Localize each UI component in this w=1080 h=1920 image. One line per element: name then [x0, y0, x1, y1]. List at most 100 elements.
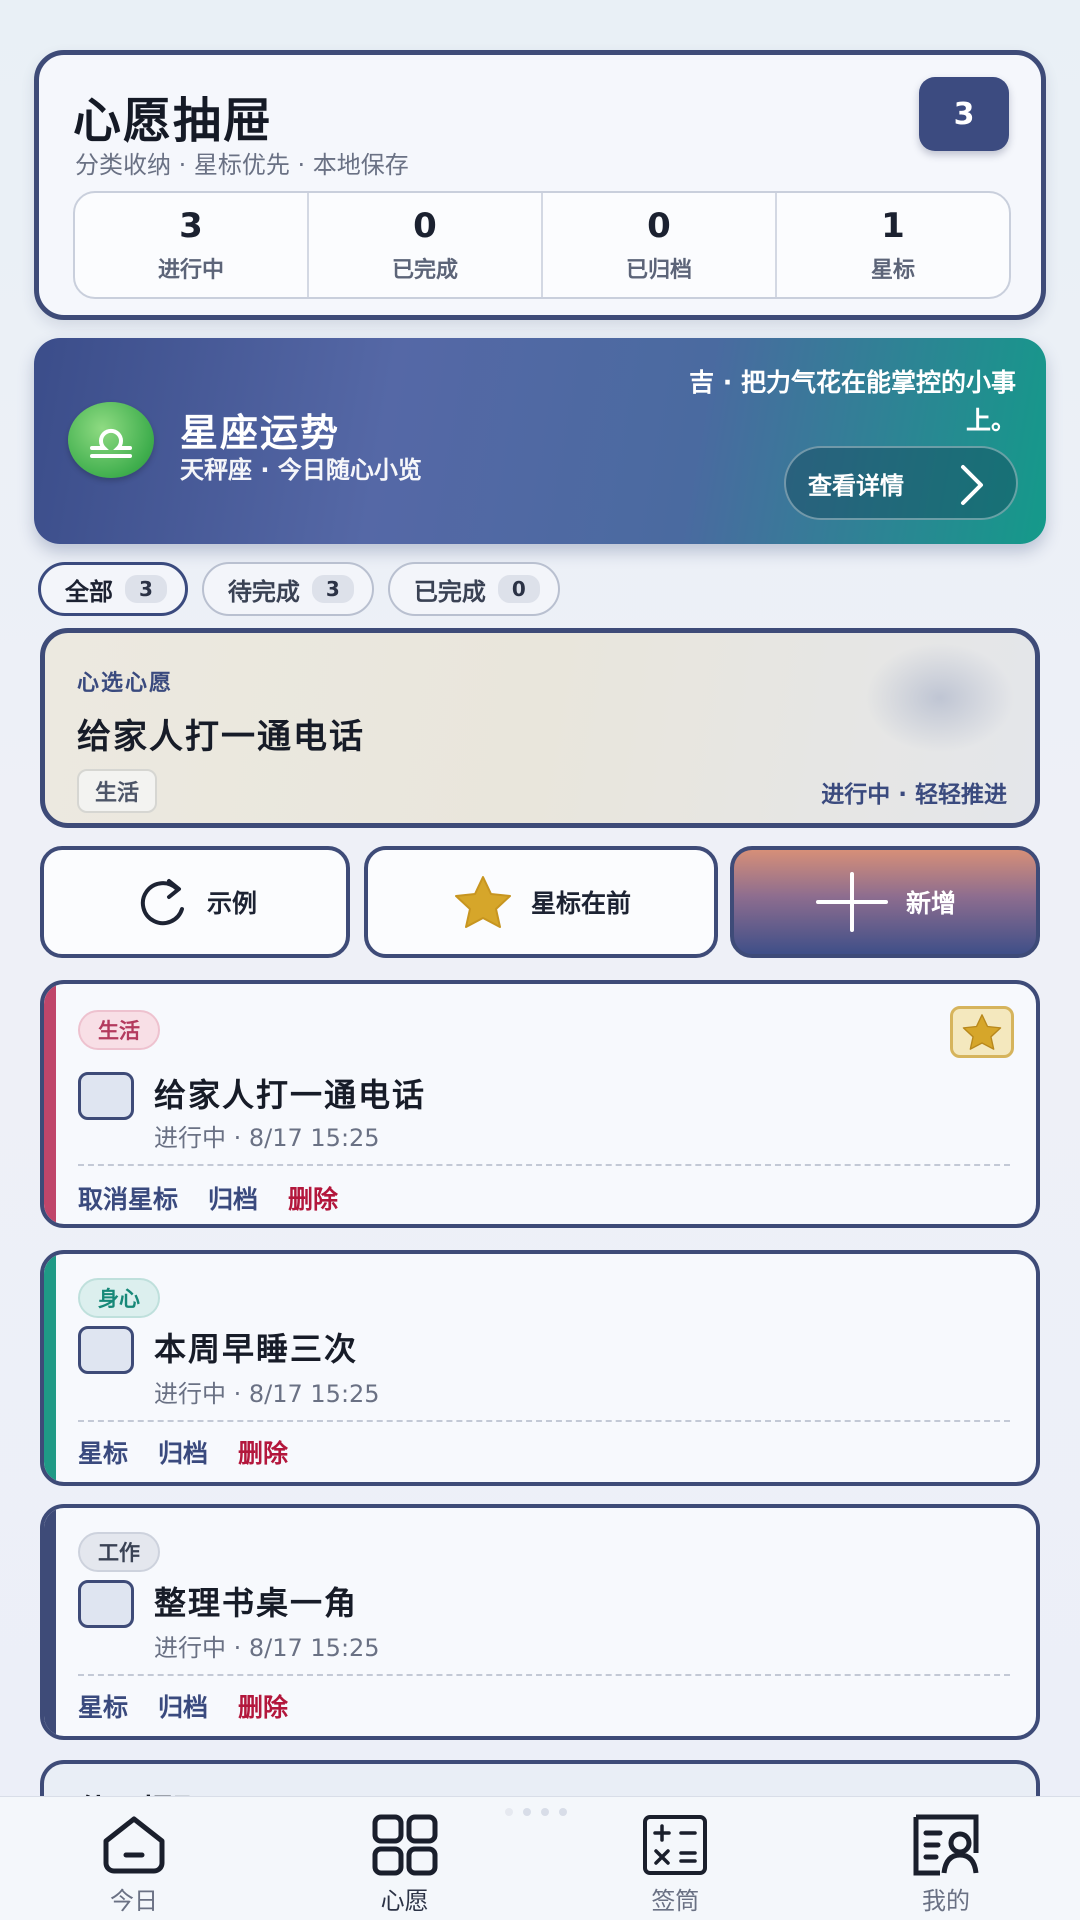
add-label: 新增	[905, 889, 956, 918]
nav-label: 今日	[110, 1887, 158, 1915]
nav-label: 心愿	[380, 1887, 429, 1915]
nav-label: 我的	[921, 1887, 970, 1915]
stat-starred[interactable]: 1 星标	[777, 193, 1009, 297]
page-dot	[559, 1808, 567, 1816]
filter-pending[interactable]: 待完成 3	[201, 562, 374, 616]
sample-button[interactable]: 示例	[40, 846, 350, 958]
filter-all[interactable]: 全部 3	[38, 562, 188, 616]
wish-card[interactable]: 身心 本周早睡三次 进行中 · 8/17 15:25 星标 归档 删除	[40, 1250, 1040, 1486]
header-card: 心愿抽屉 分类收纳 · 星标优先 · 本地保存 3 3 进行中 0 已完成 0 …	[34, 50, 1046, 320]
archive-button[interactable]: 归档	[158, 1434, 208, 1470]
horoscope-fortune: 吉 · 把力气花在能掌控的小事上。	[689, 368, 1016, 435]
chip-count: 3	[311, 575, 354, 603]
page-dot	[505, 1808, 513, 1816]
app-title: 心愿抽屉	[73, 93, 274, 149]
divider	[78, 1674, 1010, 1676]
grid-icon	[372, 1814, 438, 1876]
stat-value: 0	[413, 206, 437, 246]
divider	[78, 1164, 1010, 1166]
wish-operations: 星标 归档 删除	[78, 1434, 288, 1470]
stat-label: 已归档	[625, 258, 692, 283]
wish-checkbox[interactable]	[78, 1580, 134, 1628]
wish-title: 整理书桌一角	[154, 1584, 359, 1622]
chip-count: 3	[125, 575, 167, 603]
star-icon	[962, 1014, 1002, 1050]
plus-icon	[815, 872, 888, 932]
wish-tag: 身心	[78, 1278, 160, 1318]
category-stripe	[44, 1508, 56, 1736]
featured-kicker: 心选心愿	[77, 671, 174, 696]
archive-button[interactable]: 归档	[208, 1180, 258, 1216]
page-indicator	[505, 1808, 567, 1816]
wish-tag: 工作	[78, 1532, 160, 1572]
star-button[interactable]: 星标	[78, 1688, 128, 1724]
delete-button[interactable]: 删除	[238, 1434, 288, 1470]
star-first-label: 星标在前	[530, 889, 631, 918]
app-subtitle: 分类收纳 · 星标优先 · 本地保存	[75, 151, 409, 179]
stat-archived[interactable]: 0 已归档	[543, 193, 777, 297]
wish-card[interactable]: 生活 给家人打一通电话 进行中 · 8/17 15:25 取消星标 归档 删除	[40, 980, 1040, 1228]
stat-value: 3	[179, 206, 203, 246]
category-stripe	[44, 984, 56, 1224]
count-badge[interactable]: 3	[919, 77, 1009, 151]
wish-title: 本周早睡三次	[154, 1330, 359, 1368]
star-icon	[454, 876, 511, 928]
nav-label: 签筒	[651, 1887, 700, 1915]
wish-tag: 生活	[78, 1010, 160, 1050]
filter-chips: 全部 3 待完成 3 已完成 0	[38, 562, 560, 616]
view-details-label: 查看详情	[808, 471, 904, 500]
wish-operations: 星标 归档 删除	[78, 1688, 288, 1724]
view-details-button[interactable]: 查看详情	[784, 446, 1018, 520]
stat-label: 已完成	[391, 258, 458, 283]
starred-toggle[interactable]	[950, 1006, 1014, 1058]
sample-label: 示例	[206, 889, 257, 918]
stat-value: 0	[647, 206, 671, 246]
stats-row: 3 进行中 0 已完成 0 已归档 1 星标	[73, 191, 1011, 299]
featured-wish-card[interactable]: 心选心愿 给家人打一通电话 生活 进行中 · 轻轻推进	[40, 628, 1040, 828]
wish-checkbox[interactable]	[78, 1326, 134, 1374]
delete-button[interactable]: 删除	[288, 1180, 338, 1216]
star-first-button[interactable]: 星标在前	[364, 846, 718, 958]
wish-meta: 进行中 · 8/17 15:25	[154, 1124, 380, 1152]
chip-label: 待完成	[227, 577, 300, 606]
filter-completed[interactable]: 已完成 0	[387, 562, 560, 616]
nav-fortune-sticks[interactable]: 签筒	[575, 1797, 775, 1920]
horoscope-subtitle: 天秤座 · 今日随心小览	[180, 456, 422, 484]
action-bar: 示例 星标在前 新增	[40, 846, 1040, 960]
archive-button[interactable]: 归档	[158, 1688, 208, 1724]
nav-wishes[interactable]: 心愿	[305, 1797, 505, 1920]
unstar-button[interactable]: 取消星标	[78, 1180, 178, 1216]
featured-title: 给家人打一通电话	[77, 717, 365, 757]
add-button[interactable]: 新增	[730, 846, 1040, 958]
refresh-icon	[140, 879, 184, 926]
chip-label: 全部	[65, 577, 113, 606]
wish-meta: 进行中 · 8/17 15:25	[154, 1380, 380, 1408]
delete-button[interactable]: 删除	[238, 1688, 288, 1724]
wish-meta: 进行中 · 8/17 15:25	[154, 1634, 380, 1662]
category-stripe	[44, 1254, 56, 1482]
wish-operations: 取消星标 归档 删除	[78, 1180, 338, 1216]
wish-checkbox[interactable]	[78, 1072, 134, 1120]
stat-value: 1	[881, 206, 905, 246]
horoscope-banner[interactable]: 星座运势 天秤座 · 今日随心小览 吉 · 把力气花在能掌控的小事上。 查看详情	[34, 338, 1046, 544]
featured-tag: 生活	[77, 769, 158, 813]
nav-profile[interactable]: 我的	[846, 1797, 1046, 1920]
stat-completed[interactable]: 0 已完成	[309, 193, 543, 297]
stat-label: 星标	[870, 258, 915, 283]
libra-icon	[68, 402, 154, 478]
chip-label: 已完成	[413, 577, 486, 606]
calculator-icon	[643, 1815, 708, 1875]
stat-in-progress[interactable]: 3 进行中	[75, 193, 309, 297]
home-icon	[103, 1816, 165, 1874]
profile-icon	[913, 1814, 979, 1876]
chip-count: 0	[497, 575, 540, 603]
horoscope-title: 星座运势	[180, 411, 341, 455]
divider	[78, 1420, 1010, 1422]
chevron-right-icon	[961, 465, 983, 505]
stat-label: 进行中	[157, 258, 224, 283]
star-button[interactable]: 星标	[78, 1434, 128, 1470]
wish-title: 给家人打一通电话	[154, 1076, 427, 1114]
page-dot	[523, 1808, 531, 1816]
nav-today[interactable]: 今日	[34, 1797, 234, 1920]
wish-card[interactable]: 工作 整理书桌一角 进行中 · 8/17 15:25 星标 归档 删除	[40, 1504, 1040, 1740]
